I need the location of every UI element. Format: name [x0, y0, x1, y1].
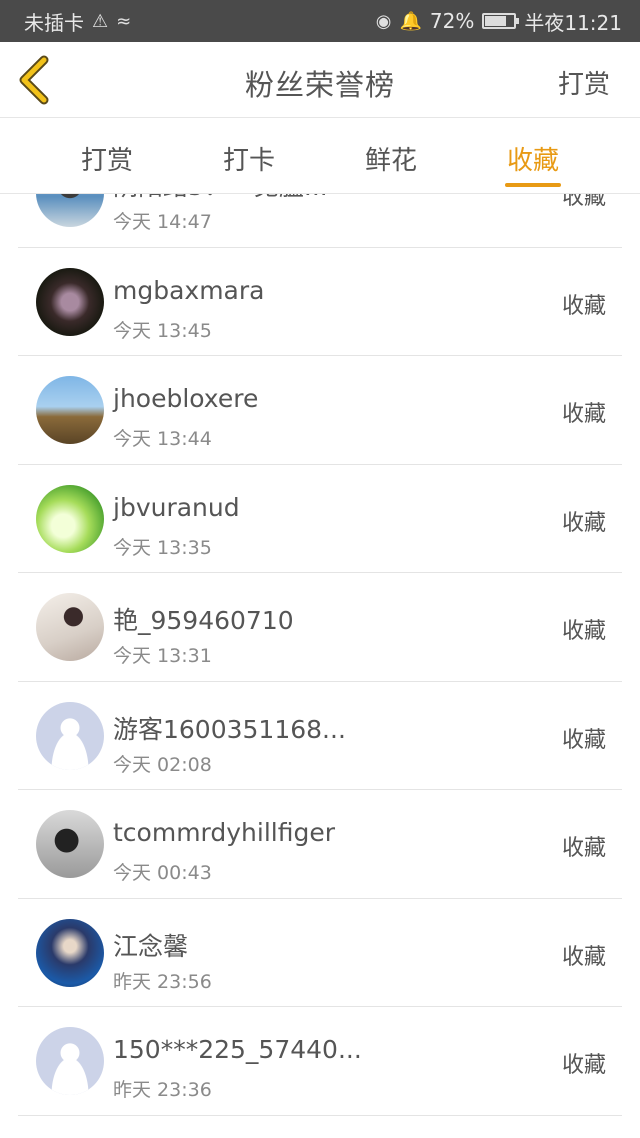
avatar[interactable]: [36, 267, 104, 336]
list-item[interactable]: 150***225_57440... 昨天 23:36 收藏: [18, 1007, 622, 1116]
avatar[interactable]: [36, 376, 104, 444]
status-right: ◉ 🔔 72% 半夜11:21: [376, 7, 622, 36]
tab-label: 鲜花: [364, 146, 417, 176]
avatar[interactable]: [36, 1027, 104, 1095]
avatar[interactable]: [36, 918, 104, 987]
timestamp: 昨天 23:56: [113, 970, 212, 993]
status-left: 未插卡 ⚠ ≈: [24, 7, 131, 36]
battery-fill: [485, 16, 506, 26]
timestamp: 昨天 23:36: [113, 1079, 212, 1101]
tab-bar: 打赏 打卡 鲜花 收藏: [0, 118, 640, 194]
user-name: 游客1600351168...: [113, 714, 346, 744]
timestamp: 今天 02:08: [113, 753, 212, 776]
list-item[interactable]: 阴阳路5：一见腽... 今天 14:47 收藏: [18, 194, 622, 248]
user-name: 江念馨: [113, 931, 189, 961]
user-name: 艳_959460710: [113, 606, 294, 635]
avatar[interactable]: [36, 194, 104, 227]
avatar-image: [36, 484, 104, 553]
user-name: jhoebloxere: [113, 384, 259, 413]
favorite-label: 收藏: [561, 194, 606, 210]
avatar-image: [36, 376, 104, 444]
nav-bar: 粉丝荣誉榜 打赏: [0, 42, 640, 118]
tab-reward[interactable]: 打赏: [47, 118, 167, 193]
sim-alert-icon: ⚠: [92, 10, 109, 32]
avatar[interactable]: [36, 593, 104, 661]
user-name: tcommrdyhillfiger: [113, 818, 336, 847]
fan-list[interactable]: 阴阳路5：一见腽... 今天 14:47 收藏 mgbaxmara 今天 13:45 收藏…: [0, 194, 640, 1138]
battery-percent: 72%: [429, 9, 475, 33]
favorite-label: 收藏: [561, 1053, 606, 1078]
clock: 半夜11:21: [524, 10, 622, 35]
favorite-label: 收藏: [561, 293, 606, 319]
avatar-image: [36, 194, 104, 227]
favorite-label: 收藏: [561, 510, 606, 536]
tab-label: 打赏: [80, 146, 133, 176]
timestamp: 今天 13:45: [113, 319, 212, 342]
list-item[interactable]: 艳_959460710 今天 13:31 收藏: [18, 573, 622, 682]
timestamp: 今天 13:31: [113, 645, 212, 667]
timestamp: 今天 13:44: [113, 428, 212, 450]
user-name: 阴阳路5：一见腽...: [113, 194, 328, 203]
eye-icon: ◉: [375, 10, 392, 32]
fan-list-inner: 阴阳路5：一见腽... 今天 14:47 收藏 mgbaxmara 今天 13:45 收藏…: [0, 194, 640, 1116]
timestamp: 今天 14:47: [113, 211, 212, 233]
wifi-icon: ≈: [116, 10, 132, 32]
favorite-label: 收藏: [561, 944, 606, 970]
avatar-image: [36, 593, 104, 661]
mute-bell-icon: 🔔: [399, 10, 422, 32]
list-item[interactable]: jbvuranud 今天 13:35 收藏: [18, 465, 622, 573]
tab-label: 打卡: [222, 146, 275, 176]
favorite-label: 收藏: [561, 619, 606, 644]
avatar-image: [36, 267, 104, 336]
list-item[interactable]: 游客1600351168... 今天 02:08 收藏: [18, 682, 622, 790]
tab-favorites[interactable]: 收藏: [473, 118, 593, 193]
list-item[interactable]: jhoebloxere 今天 13:44 收藏: [18, 356, 622, 465]
list-item[interactable]: 江念馨昨天 23:56 收藏: [18, 899, 622, 1007]
tab-flowers[interactable]: 鲜花: [331, 118, 451, 193]
favorite-label: 收藏: [561, 727, 606, 753]
timestamp: 今天 13:35: [113, 536, 212, 559]
user-name: 150***225_57440...: [113, 1035, 362, 1064]
status-bar: 未插卡 ⚠ ≈ ◉ 🔔 72% 半夜11:21: [0, 0, 640, 42]
avatar-image: [36, 918, 104, 987]
list-item[interactable]: mgbaxmara 今天 13:45 收藏: [18, 248, 622, 356]
avatar-image: [36, 810, 104, 878]
avatar[interactable]: [36, 810, 104, 878]
tab-checkin[interactable]: 打卡: [189, 118, 309, 193]
page-title: 粉丝荣誉榜: [244, 68, 395, 102]
avatar[interactable]: [36, 484, 104, 553]
avatar-image: [36, 701, 104, 770]
tab-label: 收藏: [506, 146, 559, 176]
carrier-text: 未插卡: [24, 10, 84, 35]
avatar-image: [36, 1027, 104, 1095]
favorite-label: 收藏: [561, 402, 606, 427]
favorite-label: 收藏: [561, 836, 606, 861]
timestamp: 今天 00:43: [113, 862, 212, 884]
user-name: jbvuranud: [113, 492, 240, 522]
user-name: mgbaxmara: [113, 275, 265, 305]
list-item[interactable]: tcommrdyhillfiger 今天 00:43 收藏: [18, 790, 622, 899]
reward-button[interactable]: 打赏: [558, 64, 610, 101]
battery-icon: [482, 13, 520, 29]
avatar[interactable]: [36, 701, 104, 770]
